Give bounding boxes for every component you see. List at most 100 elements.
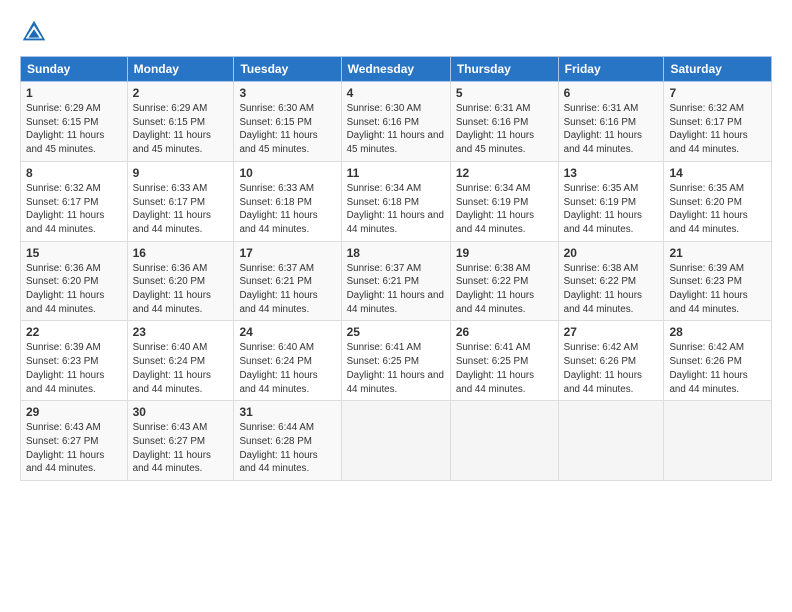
day-info: Sunrise: 6:30 AMSunset: 6:16 PMDaylight:… <box>347 103 444 155</box>
header <box>20 18 772 46</box>
day-number: 26 <box>456 325 553 339</box>
day-number: 17 <box>239 246 335 260</box>
day-info: Sunrise: 6:31 AMSunset: 6:16 PMDaylight:… <box>564 103 642 155</box>
day-info: Sunrise: 6:41 AMSunset: 6:25 PMDaylight:… <box>347 342 444 394</box>
day-info: Sunrise: 6:35 AMSunset: 6:20 PMDaylight:… <box>669 183 747 235</box>
day-number: 31 <box>239 405 335 419</box>
day-info: Sunrise: 6:32 AMSunset: 6:17 PMDaylight:… <box>669 103 747 155</box>
day-number: 19 <box>456 246 553 260</box>
day-info: Sunrise: 6:37 AMSunset: 6:21 PMDaylight:… <box>239 263 317 315</box>
calendar-cell: 27 Sunrise: 6:42 AMSunset: 6:26 PMDaylig… <box>558 321 664 401</box>
day-number: 18 <box>347 246 445 260</box>
day-info: Sunrise: 6:42 AMSunset: 6:26 PMDaylight:… <box>669 342 747 394</box>
calendar-cell: 4 Sunrise: 6:30 AMSunset: 6:16 PMDayligh… <box>341 82 450 162</box>
calendar-cell: 19 Sunrise: 6:38 AMSunset: 6:22 PMDaylig… <box>450 241 558 321</box>
day-number: 1 <box>26 86 122 100</box>
day-number: 15 <box>26 246 122 260</box>
day-number: 20 <box>564 246 659 260</box>
calendar-cell: 5 Sunrise: 6:31 AMSunset: 6:16 PMDayligh… <box>450 82 558 162</box>
logo-icon <box>20 18 48 46</box>
day-info: Sunrise: 6:34 AMSunset: 6:18 PMDaylight:… <box>347 183 444 235</box>
calendar-week-3: 15 Sunrise: 6:36 AMSunset: 6:20 PMDaylig… <box>21 241 772 321</box>
day-number: 12 <box>456 166 553 180</box>
day-info: Sunrise: 6:37 AMSunset: 6:21 PMDaylight:… <box>347 263 444 315</box>
day-number: 28 <box>669 325 766 339</box>
day-number: 7 <box>669 86 766 100</box>
day-number: 24 <box>239 325 335 339</box>
day-header-monday: Monday <box>127 57 234 82</box>
calendar-cell: 10 Sunrise: 6:33 AMSunset: 6:18 PMDaylig… <box>234 161 341 241</box>
day-info: Sunrise: 6:29 AMSunset: 6:15 PMDaylight:… <box>26 103 104 155</box>
day-number: 23 <box>133 325 229 339</box>
calendar-cell <box>341 401 450 481</box>
day-number: 6 <box>564 86 659 100</box>
day-info: Sunrise: 6:42 AMSunset: 6:26 PMDaylight:… <box>564 342 642 394</box>
day-info: Sunrise: 6:36 AMSunset: 6:20 PMDaylight:… <box>26 263 104 315</box>
calendar-table: SundayMondayTuesdayWednesdayThursdayFrid… <box>20 56 772 481</box>
calendar-cell: 18 Sunrise: 6:37 AMSunset: 6:21 PMDaylig… <box>341 241 450 321</box>
calendar-week-4: 22 Sunrise: 6:39 AMSunset: 6:23 PMDaylig… <box>21 321 772 401</box>
day-info: Sunrise: 6:39 AMSunset: 6:23 PMDaylight:… <box>669 263 747 315</box>
calendar-cell: 28 Sunrise: 6:42 AMSunset: 6:26 PMDaylig… <box>664 321 772 401</box>
day-number: 27 <box>564 325 659 339</box>
calendar-cell: 1 Sunrise: 6:29 AMSunset: 6:15 PMDayligh… <box>21 82 128 162</box>
calendar-cell: 2 Sunrise: 6:29 AMSunset: 6:15 PMDayligh… <box>127 82 234 162</box>
calendar-cell: 20 Sunrise: 6:38 AMSunset: 6:22 PMDaylig… <box>558 241 664 321</box>
day-info: Sunrise: 6:38 AMSunset: 6:22 PMDaylight:… <box>456 263 534 315</box>
day-number: 16 <box>133 246 229 260</box>
day-number: 14 <box>669 166 766 180</box>
calendar-cell: 31 Sunrise: 6:44 AMSunset: 6:28 PMDaylig… <box>234 401 341 481</box>
day-info: Sunrise: 6:41 AMSunset: 6:25 PMDaylight:… <box>456 342 534 394</box>
day-info: Sunrise: 6:40 AMSunset: 6:24 PMDaylight:… <box>133 342 211 394</box>
calendar-cell: 22 Sunrise: 6:39 AMSunset: 6:23 PMDaylig… <box>21 321 128 401</box>
calendar-cell: 3 Sunrise: 6:30 AMSunset: 6:15 PMDayligh… <box>234 82 341 162</box>
day-number: 25 <box>347 325 445 339</box>
calendar-cell: 12 Sunrise: 6:34 AMSunset: 6:19 PMDaylig… <box>450 161 558 241</box>
logo <box>20 18 52 46</box>
calendar-cell: 14 Sunrise: 6:35 AMSunset: 6:20 PMDaylig… <box>664 161 772 241</box>
calendar-cell: 21 Sunrise: 6:39 AMSunset: 6:23 PMDaylig… <box>664 241 772 321</box>
calendar-cell: 6 Sunrise: 6:31 AMSunset: 6:16 PMDayligh… <box>558 82 664 162</box>
day-number: 30 <box>133 405 229 419</box>
day-info: Sunrise: 6:31 AMSunset: 6:16 PMDaylight:… <box>456 103 534 155</box>
calendar-cell: 15 Sunrise: 6:36 AMSunset: 6:20 PMDaylig… <box>21 241 128 321</box>
day-number: 22 <box>26 325 122 339</box>
calendar-cell: 24 Sunrise: 6:40 AMSunset: 6:24 PMDaylig… <box>234 321 341 401</box>
calendar-header-row: SundayMondayTuesdayWednesdayThursdayFrid… <box>21 57 772 82</box>
day-info: Sunrise: 6:35 AMSunset: 6:19 PMDaylight:… <box>564 183 642 235</box>
day-info: Sunrise: 6:32 AMSunset: 6:17 PMDaylight:… <box>26 183 104 235</box>
calendar-cell: 25 Sunrise: 6:41 AMSunset: 6:25 PMDaylig… <box>341 321 450 401</box>
day-info: Sunrise: 6:36 AMSunset: 6:20 PMDaylight:… <box>133 263 211 315</box>
calendar-cell: 29 Sunrise: 6:43 AMSunset: 6:27 PMDaylig… <box>21 401 128 481</box>
calendar-cell <box>664 401 772 481</box>
calendar-cell: 13 Sunrise: 6:35 AMSunset: 6:19 PMDaylig… <box>558 161 664 241</box>
day-number: 8 <box>26 166 122 180</box>
calendar-cell: 11 Sunrise: 6:34 AMSunset: 6:18 PMDaylig… <box>341 161 450 241</box>
day-info: Sunrise: 6:38 AMSunset: 6:22 PMDaylight:… <box>564 263 642 315</box>
day-number: 5 <box>456 86 553 100</box>
day-info: Sunrise: 6:29 AMSunset: 6:15 PMDaylight:… <box>133 103 211 155</box>
day-number: 13 <box>564 166 659 180</box>
day-info: Sunrise: 6:40 AMSunset: 6:24 PMDaylight:… <box>239 342 317 394</box>
day-number: 11 <box>347 166 445 180</box>
day-header-thursday: Thursday <box>450 57 558 82</box>
calendar-cell: 9 Sunrise: 6:33 AMSunset: 6:17 PMDayligh… <box>127 161 234 241</box>
day-number: 4 <box>347 86 445 100</box>
day-number: 3 <box>239 86 335 100</box>
calendar-cell: 23 Sunrise: 6:40 AMSunset: 6:24 PMDaylig… <box>127 321 234 401</box>
day-info: Sunrise: 6:43 AMSunset: 6:27 PMDaylight:… <box>26 422 104 474</box>
day-info: Sunrise: 6:30 AMSunset: 6:15 PMDaylight:… <box>239 103 317 155</box>
calendar-week-5: 29 Sunrise: 6:43 AMSunset: 6:27 PMDaylig… <box>21 401 772 481</box>
day-number: 2 <box>133 86 229 100</box>
calendar-cell: 17 Sunrise: 6:37 AMSunset: 6:21 PMDaylig… <box>234 241 341 321</box>
day-number: 10 <box>239 166 335 180</box>
day-header-wednesday: Wednesday <box>341 57 450 82</box>
calendar-cell: 8 Sunrise: 6:32 AMSunset: 6:17 PMDayligh… <box>21 161 128 241</box>
calendar-cell <box>558 401 664 481</box>
day-info: Sunrise: 6:43 AMSunset: 6:27 PMDaylight:… <box>133 422 211 474</box>
day-header-sunday: Sunday <box>21 57 128 82</box>
calendar-week-2: 8 Sunrise: 6:32 AMSunset: 6:17 PMDayligh… <box>21 161 772 241</box>
calendar-cell: 26 Sunrise: 6:41 AMSunset: 6:25 PMDaylig… <box>450 321 558 401</box>
day-info: Sunrise: 6:34 AMSunset: 6:19 PMDaylight:… <box>456 183 534 235</box>
calendar-cell: 7 Sunrise: 6:32 AMSunset: 6:17 PMDayligh… <box>664 82 772 162</box>
